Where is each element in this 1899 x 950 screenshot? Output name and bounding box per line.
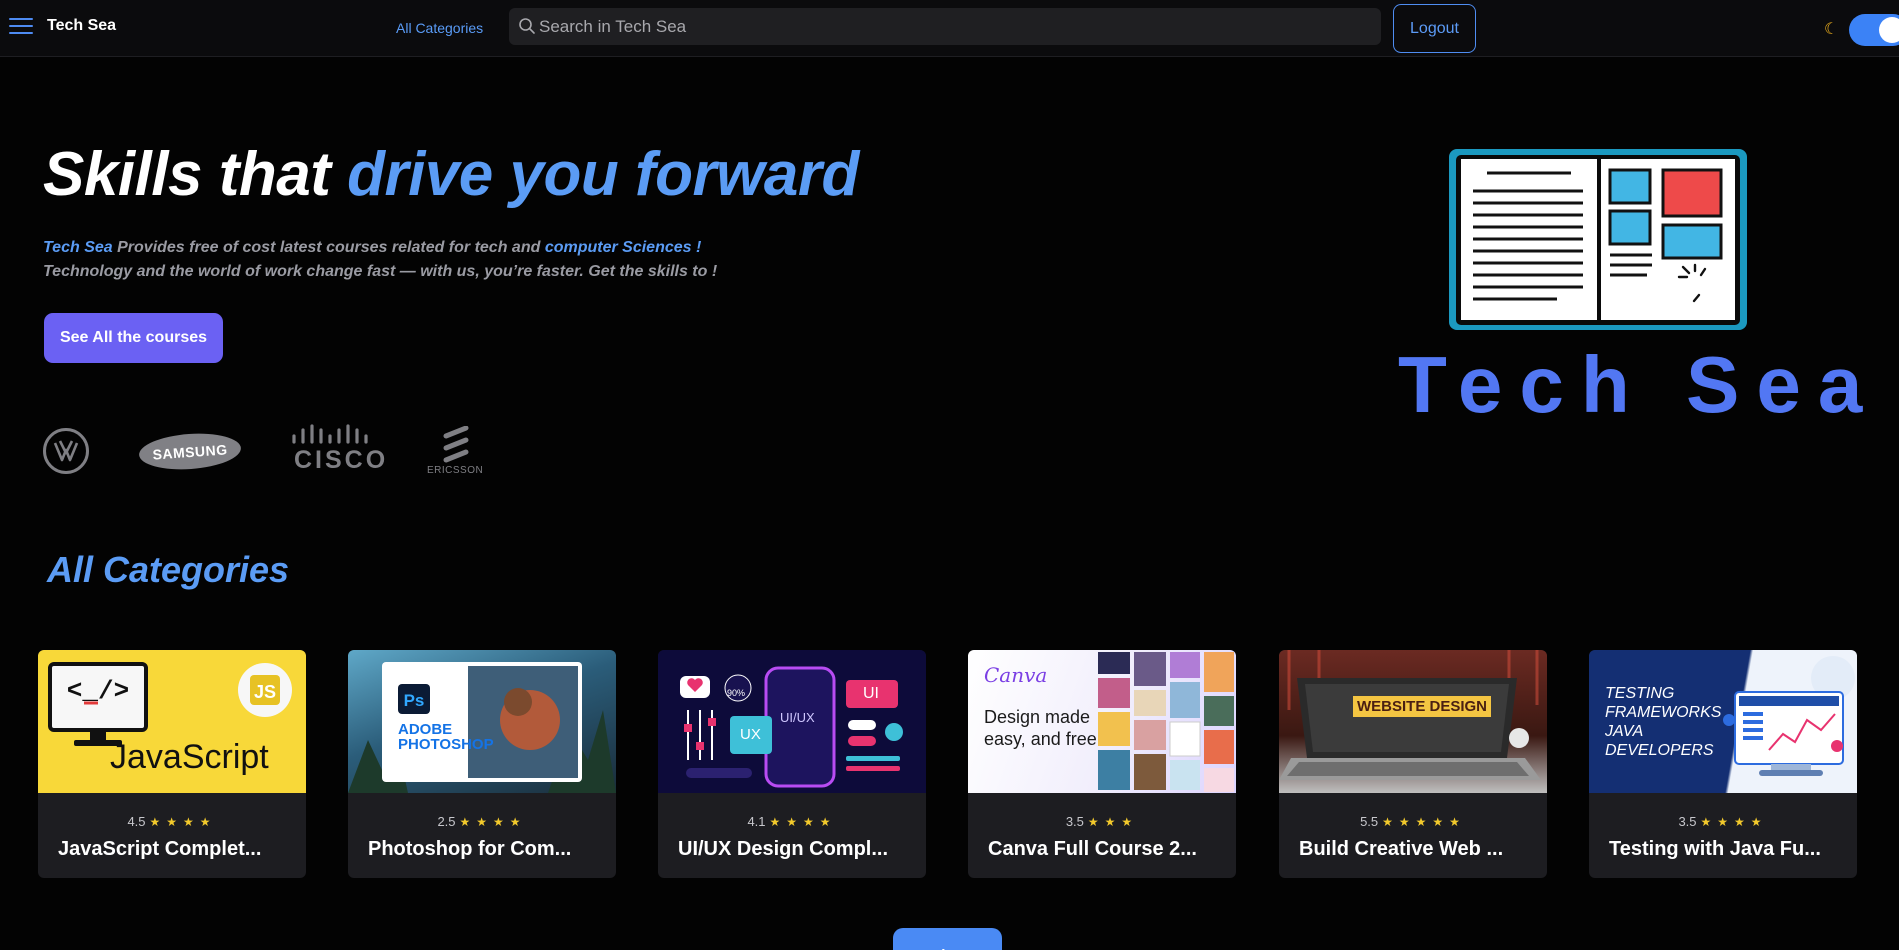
star-icon: ★★★★ <box>1700 815 1768 829</box>
course-title: UI/UX Design Compl... <box>678 838 889 860</box>
hero-title: Skills that drive you forward <box>43 140 859 209</box>
course-card[interactable]: UI/UX 90% UI UX 4.1 ★★★★ UI/UX Design Com… <box>658 650 926 878</box>
theme-toggle[interactable] <box>1849 14 1899 46</box>
menu-icon[interactable] <box>9 18 33 36</box>
samsung-logo: SAMSUNG <box>137 430 243 473</box>
course-rating: 3.5 ★★★ <box>1065 814 1139 829</box>
see-all-courses-button[interactable]: See All the courses <box>44 313 223 363</box>
search-input[interactable] <box>539 8 1369 45</box>
logout-button[interactable]: Logout <box>1393 4 1476 53</box>
course-title: Photoshop for Com... <box>368 838 572 860</box>
course-title: Canva Full Course 2... <box>988 838 1197 860</box>
search-bar <box>509 8 1381 45</box>
course-card[interactable]: Canva Design made easy, and free 3.5 ★★★ … <box>968 650 1236 878</box>
top-navbar: Tech Sea All Categories Logout ☾ <box>0 0 1899 57</box>
course-thumbnail: TESTING FRAMEWORKS JAVA DEVELOPERS <box>1589 650 1857 793</box>
book-illustration <box>1447 147 1749 332</box>
star-icon: ★★★ <box>1087 815 1139 829</box>
course-title: Testing with Java Fu... <box>1609 838 1821 860</box>
course-thumbnail: <_/> JS JavaScript <box>38 650 306 793</box>
star-icon: ★★★★ <box>459 815 527 829</box>
course-rating: 5.5 ★★★★★ <box>1360 814 1466 829</box>
course-thumbnail: UI/UX 90% UI UX <box>658 650 926 793</box>
svg-text:Canva: Canva <box>984 663 1047 687</box>
hero-description: Tech Sea Provides free of cost latest co… <box>43 239 718 280</box>
course-card[interactable]: <_/> JS JavaScript 4.5 ★★★★ JavaScript Co… <box>38 650 306 878</box>
course-title: Build Creative Web ... <box>1299 838 1504 860</box>
illustration-wordmark: Tech Sea <box>1398 340 1880 429</box>
course-thumbnail: WEBSITE DESIGN <box>1279 650 1547 793</box>
moon-icon: ☾ <box>1824 21 1839 38</box>
course-card[interactable]: WEBSITE DESIGN 5.5 ★★★★★ Build Creative W… <box>1279 650 1547 878</box>
star-icon: ★★★★ <box>149 815 217 829</box>
search-icon <box>519 18 535 34</box>
course-thumbnail: Ps ADOBE PHOTOSHOP <box>348 650 616 793</box>
course-card[interactable]: Ps ADOBE PHOTOSHOP 2.5 ★★★★ Photoshop for… <box>348 650 616 878</box>
course-rating: 4.5 ★★★★ <box>127 814 217 829</box>
course-title: JavaScript Complet... <box>58 838 262 860</box>
svg-text:Ps: Ps <box>404 691 425 710</box>
svg-text:JS: JS <box>254 682 276 702</box>
hero-brand-highlight: Tech Sea <box>43 239 113 256</box>
load-more-button[interactable]: Load More <box>893 928 1002 950</box>
brand-name[interactable]: Tech Sea <box>47 17 116 35</box>
ericsson-logo: ERICSSON <box>427 424 487 476</box>
all-categories-link[interactable]: All Categories <box>396 20 483 36</box>
course-card[interactable]: TESTING FRAMEWORKS JAVA DEVELOPERS 3.5 ★★… <box>1589 650 1857 878</box>
course-thumbnail: Canva Design made easy, and free <box>968 650 1236 793</box>
star-icon: ★★★★★ <box>1382 815 1466 829</box>
course-rating: 4.1 ★★★★ <box>747 814 837 829</box>
cisco-logo: CISCO <box>292 424 389 474</box>
star-icon: ★★★★ <box>769 815 837 829</box>
volkswagen-logo <box>43 428 89 474</box>
course-rating: 3.5 ★★★★ <box>1678 814 1768 829</box>
course-rating: 2.5 ★★★★ <box>437 814 527 829</box>
section-title-all-categories: All Categories <box>47 549 290 590</box>
